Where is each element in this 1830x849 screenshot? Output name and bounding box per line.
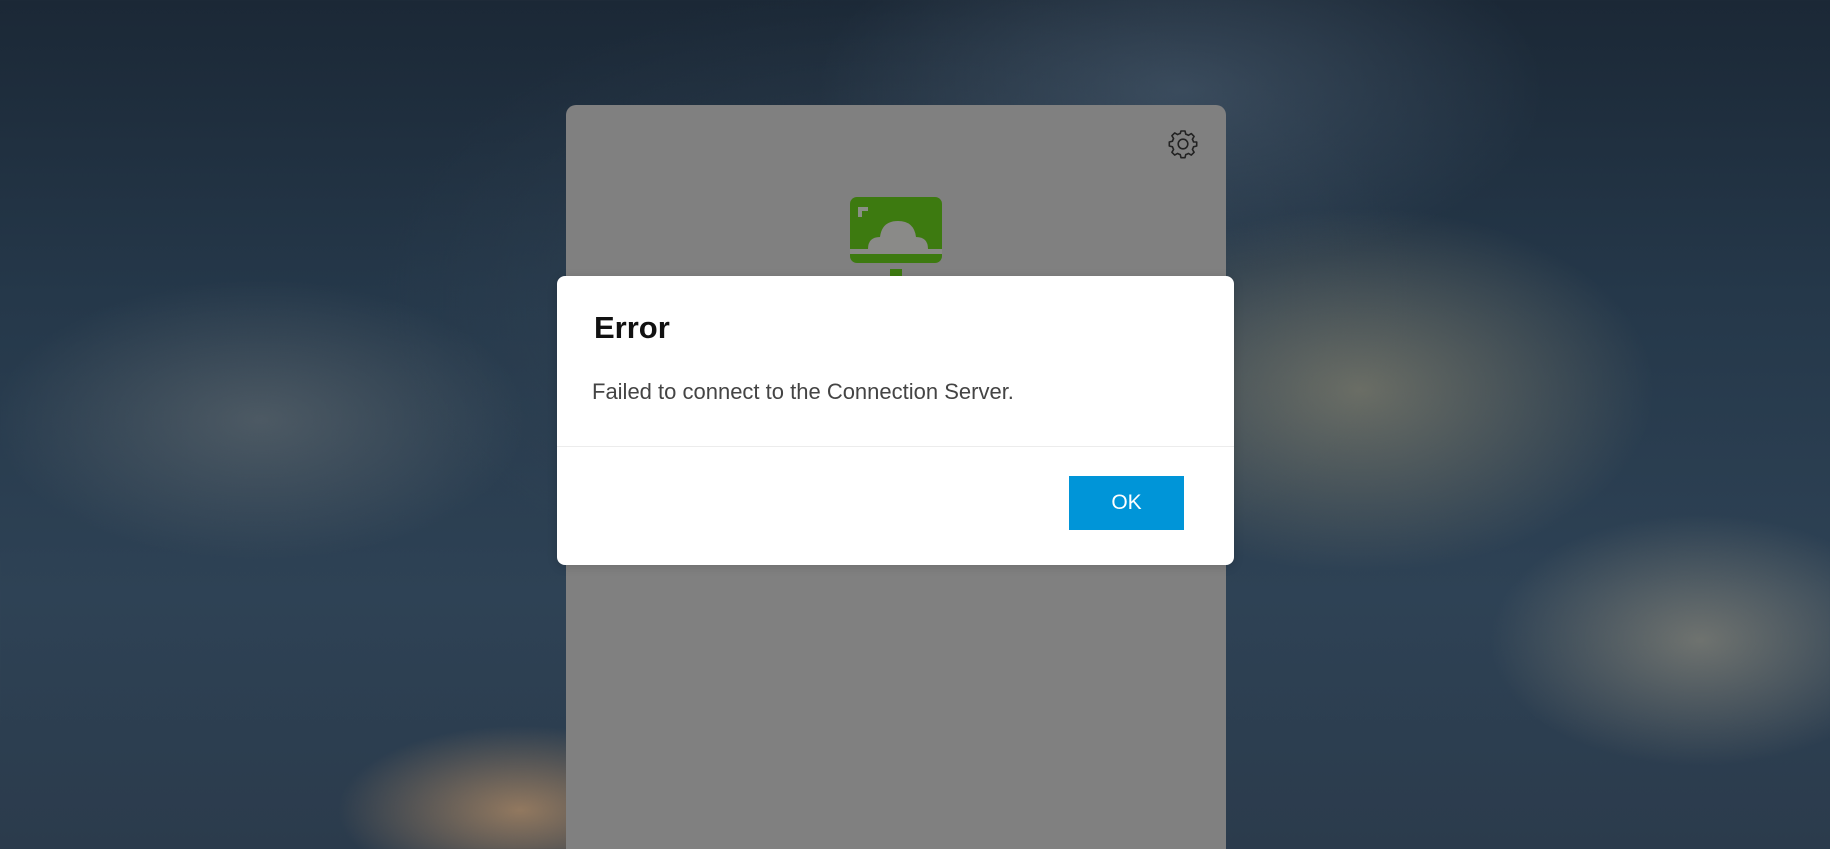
dialog-title: Error [594,310,670,345]
dialog-message: Failed to connect to the Connection Serv… [592,379,1014,404]
gear-icon[interactable] [1166,127,1200,161]
error-dialog: Error Failed to connect to the Connectio… [557,276,1234,565]
dialog-divider [557,446,1234,447]
cloud-desktop-logo-icon [850,197,942,279]
ok-button[interactable]: OK [1069,476,1184,530]
